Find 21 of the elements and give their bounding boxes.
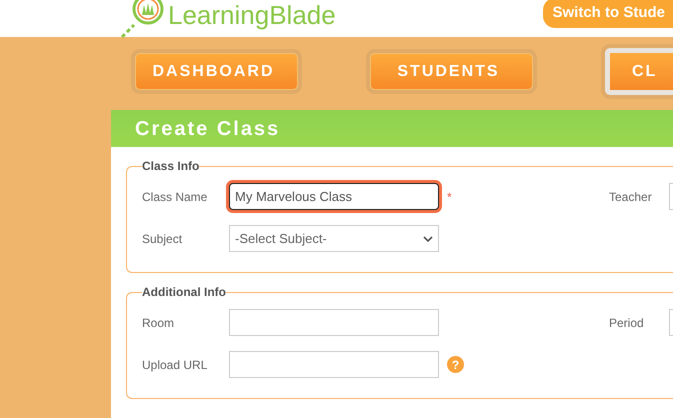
panel-title: Create Class xyxy=(111,110,673,147)
field-label: Period xyxy=(609,316,645,330)
text-field[interactable]: My Marvelous Class xyxy=(229,183,439,210)
logo-text: LearningBlade xyxy=(168,0,336,30)
chevron-icon xyxy=(423,236,433,242)
field-label: Upload URL xyxy=(142,358,208,372)
text-field[interactable] xyxy=(229,309,439,336)
select-field[interactable]: -Select Subject- xyxy=(229,225,439,252)
field-label: Subject xyxy=(142,232,184,246)
required-mark: * xyxy=(446,190,452,204)
nav-tab[interactable]: STUDENTS xyxy=(370,53,533,90)
nav-tab[interactable]: CL xyxy=(605,48,673,95)
field-label: Class Name xyxy=(142,190,208,204)
field-label: Room xyxy=(142,316,176,330)
help-icon[interactable]: ? xyxy=(447,356,464,373)
field-label: Teacher xyxy=(609,190,653,204)
section-legend: Class Info xyxy=(142,159,200,173)
switch-button[interactable]: Switch to Stude xyxy=(542,0,673,28)
section-legend: Additional Info xyxy=(142,285,226,299)
nav-tab[interactable]: DASHBOARD xyxy=(135,53,298,90)
text-field[interactable] xyxy=(229,351,439,378)
